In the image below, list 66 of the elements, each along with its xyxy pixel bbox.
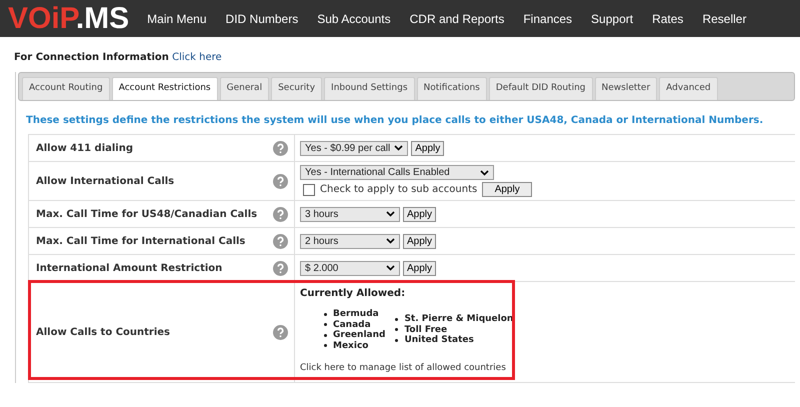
country-name: Toll Free: [404, 324, 448, 335]
help-icon[interactable]: [273, 260, 288, 276]
dropdown[interactable]: 2 hours: [300, 234, 400, 248]
tab[interactable]: Newsletter: [594, 77, 658, 100]
bullet-icon: [324, 344, 327, 348]
apply-button[interactable]: Apply: [411, 140, 444, 156]
nav-link[interactable]: Rates: [652, 12, 684, 26]
manage-countries-link[interactable]: Click here to manage list of allowed countries: [300, 363, 790, 373]
tab[interactable]: Default DID Routing: [488, 77, 593, 100]
checkbox[interactable]: [303, 184, 315, 196]
help-icon[interactable]: [273, 206, 288, 222]
nav-link[interactable]: Main Menu: [147, 12, 207, 26]
tab[interactable]: Account Restrictions: [112, 77, 218, 100]
bullet-icon: [395, 338, 398, 342]
logo[interactable]: VOiP.MS: [0, 0, 148, 37]
connection-link[interactable]: Click here: [172, 52, 222, 63]
apply-button[interactable]: Apply: [403, 206, 436, 222]
help-icon[interactable]: [273, 140, 288, 156]
bullet-icon: [395, 328, 398, 332]
apply-button[interactable]: Apply: [403, 260, 436, 276]
tab[interactable]: General: [220, 77, 270, 100]
connection-info-label: For Connection Information: [14, 52, 169, 63]
tab[interactable]: Inbound Settings: [324, 77, 415, 100]
tab[interactable]: Notifications: [416, 77, 487, 100]
country-name: Greenland: [333, 330, 386, 340]
dropdown[interactable]: Yes - International Calls Enabled: [300, 165, 494, 180]
tab[interactable]: Security: [271, 77, 322, 100]
dropdown[interactable]: $ 2.000: [300, 260, 400, 276]
allowed-heading: Currently Allowed:: [300, 288, 406, 299]
setting-label: Allow International Calls: [36, 176, 174, 186]
country-name: Canada: [333, 320, 371, 330]
help-icon[interactable]: [273, 234, 288, 248]
help-icon[interactable]: [273, 174, 288, 188]
caret-icon: [386, 265, 395, 271]
setting-label: Max. Call Time for US48/Canadian Calls: [36, 208, 258, 220]
bullet-icon: [395, 318, 398, 321]
caret-icon: [386, 238, 395, 244]
bullet-icon: [324, 334, 327, 337]
setting-label: International Amount Restriction: [36, 262, 222, 274]
setting-label: Max. Call Time for International Calls: [36, 236, 246, 246]
setting-label: Allow 411 dialing: [36, 142, 134, 154]
country-name: United States: [404, 335, 474, 346]
nav-link[interactable]: Reseller: [702, 12, 746, 26]
dropdown[interactable]: Yes - $0.99 per call: [300, 140, 408, 156]
nav-link[interactable]: DID Numbers: [226, 12, 298, 26]
help-icon[interactable]: [273, 324, 288, 340]
intro-text: These settings define the restrictions the system will use when you place calls to either USA48, Canada or International Numbers.: [26, 115, 764, 126]
country-name: Bermuda: [333, 309, 379, 320]
country-name: Mexico: [333, 340, 368, 351]
bullet-icon: [324, 323, 327, 326]
nav-link[interactable]: Support: [591, 12, 634, 26]
caret-icon: [386, 211, 395, 217]
apply-button[interactable]: Apply: [403, 234, 436, 248]
bullet-icon: [324, 312, 327, 316]
country-name: St. Pierre & Miquelon: [404, 314, 514, 324]
tab[interactable]: Account Routing: [22, 77, 110, 100]
setting-label: Allow Calls to Countries: [36, 326, 170, 338]
nav-link[interactable]: Finances: [523, 12, 572, 26]
nav-link[interactable]: CDR and Reports: [410, 12, 504, 26]
nav-link[interactable]: Sub Accounts: [317, 12, 391, 26]
apply-button[interactable]: Apply: [482, 182, 532, 197]
checkbox-label: Check to apply to sub accounts: [320, 184, 478, 195]
dropdown[interactable]: 3 hours: [300, 206, 400, 222]
tab[interactable]: Advanced: [659, 77, 718, 100]
caret-icon: [394, 145, 404, 151]
caret-icon: [480, 170, 489, 176]
